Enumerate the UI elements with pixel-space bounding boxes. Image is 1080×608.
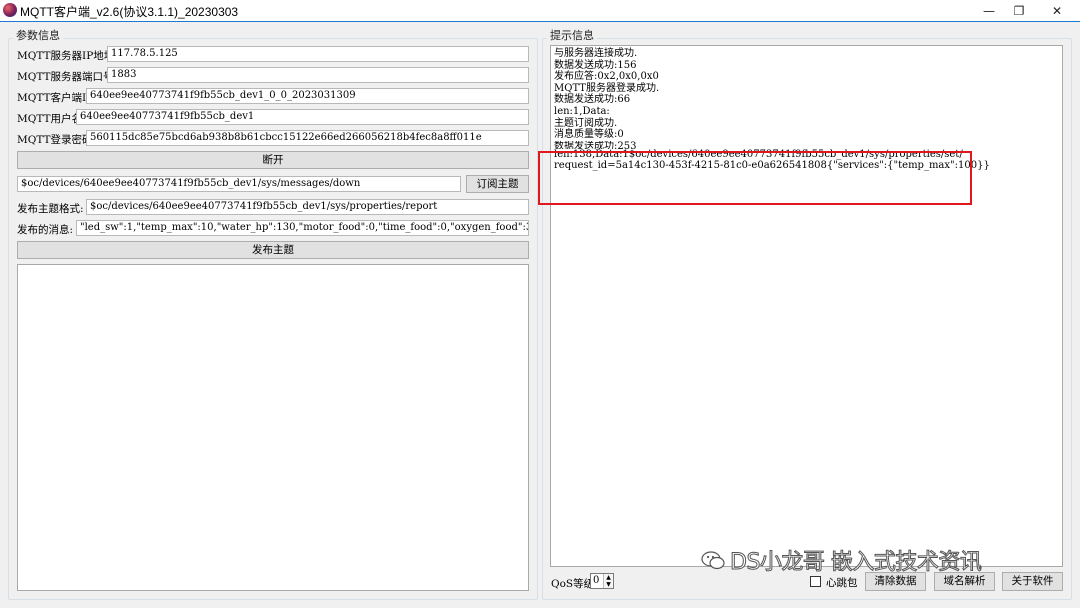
subscribe-topic-input[interactable]: $oc/devices/640ee9ee40773741f9fb55cb_dev… <box>17 176 461 192</box>
heartbeat-label: 心跳包 <box>826 577 858 589</box>
log-line: 发布应答:0x2,0x0,0x0 <box>554 71 659 83</box>
close-icon: ✕ <box>1051 3 1063 18</box>
port-input[interactable]: 1883 <box>107 67 529 83</box>
heartbeat-checkbox[interactable] <box>810 576 821 587</box>
qos-label: QoS等级 <box>551 578 595 590</box>
wechat-icon <box>701 551 725 570</box>
log-line: len:1,Data: <box>554 105 610 117</box>
log-line: 数据发送成功:66 <box>554 94 631 106</box>
info-group-title: 提示信息 <box>547 27 597 43</box>
username-input[interactable]: 640ee9ee40773741f9fb55cb_dev1 <box>76 109 529 125</box>
publish-message-label: 发布的消息: <box>17 224 74 236</box>
qos-value: 0 <box>593 575 600 586</box>
publish-payload-textarea[interactable] <box>17 264 529 591</box>
app-icon <box>3 3 17 17</box>
password-label: MQTT登录密码: <box>17 134 97 146</box>
disconnect-button[interactable]: 断开 <box>17 151 529 169</box>
qos-spinbox[interactable]: 0 ▲ ▼ <box>590 573 614 589</box>
title-bar: MQTT客户端_v2.6(协议3.1.1)_20230303 — ❐ ✕ <box>0 0 1080 22</box>
client-id-input[interactable]: 640ee9ee40773741f9fb55cb_dev1_0_0_202303… <box>86 88 529 104</box>
watermark-text: DS小龙哥 嵌入式技术资讯 <box>729 550 982 576</box>
info-log-textarea[interactable]: 与服务器连接成功. 数据发送成功:156 发布应答:0x2,0x0,0x0 MQ… <box>550 45 1063 567</box>
window-title: MQTT客户端_v2.6(协议3.1.1)_20230303 <box>20 5 239 19</box>
publish-format-label: 发布主题格式: <box>17 203 84 215</box>
log-line: MQTT服务器登录成功. <box>554 82 660 94</box>
log-line: 主题订阅成功. <box>554 117 618 129</box>
spin-arrows-icon[interactable]: ▲ ▼ <box>603 574 613 588</box>
password-input[interactable]: 560115dc85e75bcd6ab938b8b61cbcc15122e66e… <box>86 130 529 146</box>
log-line: 消息质量等级:0 <box>554 129 624 141</box>
params-group-title: 参数信息 <box>13 27 63 43</box>
publish-button[interactable]: 发布主题 <box>17 241 529 259</box>
publish-topic-input[interactable]: $oc/devices/640ee9ee40773741f9fb55cb_dev… <box>86 199 529 215</box>
log-line: 数据发送成功:156 <box>554 59 637 71</box>
minimize-icon: — <box>983 3 995 18</box>
ip-input[interactable]: 117.78.5.125 <box>107 46 529 62</box>
about-button[interactable]: 关于软件 <box>1002 572 1063 591</box>
watermark: DS小龙哥 嵌入式技术资讯 <box>700 544 982 576</box>
publish-message-input[interactable]: "led_sw":1,"temp_max":10,"water_hp":130,… <box>76 220 529 236</box>
port-label: MQTT服务器端口号: <box>17 71 118 83</box>
highlight-box <box>538 151 972 205</box>
log-line: 与服务器连接成功. <box>554 48 638 59</box>
close-button[interactable]: ✕ <box>1034 0 1080 21</box>
restore-icon: ❐ <box>1013 3 1025 18</box>
ip-label: MQTT服务器IP地址: <box>17 50 118 62</box>
log-line: 数据发送成功:253 <box>554 140 637 149</box>
subscribe-button[interactable]: 订阅主题 <box>466 175 529 193</box>
